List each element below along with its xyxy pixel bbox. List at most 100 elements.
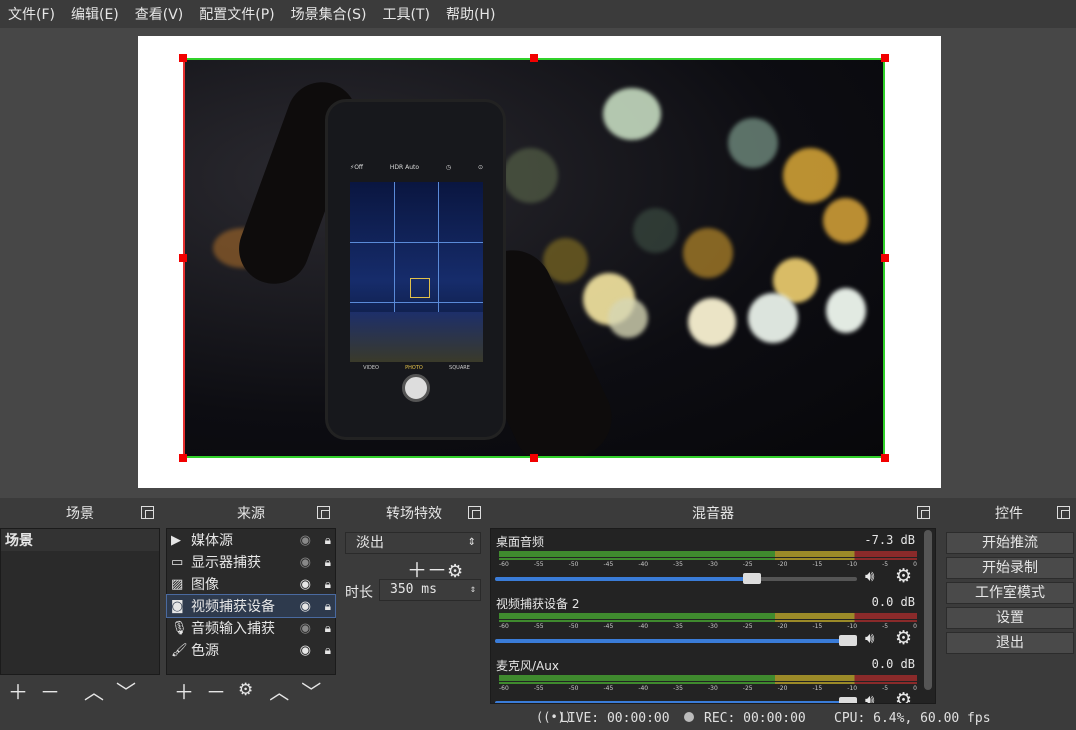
scenes-title-label: 场景 xyxy=(66,506,94,522)
obs-window: { "menu":["文件(F)","编辑(E)","查看(V)","配置文件(… xyxy=(0,0,1076,730)
gear-icon[interactable]: ⚙ xyxy=(238,680,253,700)
scenes-list[interactable]: 场景 xyxy=(0,528,160,675)
preview-canvas[interactable]: ⚡Off HDR Auto ◷ ⊙ VIDEO PHOTO SQUARE xyxy=(138,36,941,488)
source-selection-box[interactable] xyxy=(183,58,885,458)
scene-item[interactable]: 场景 xyxy=(1,529,159,551)
undock-icon[interactable] xyxy=(317,506,330,519)
volume-slider[interactable] xyxy=(495,635,857,646)
meter-tick-label: -20 xyxy=(777,623,788,630)
meter-tick-label: -60 xyxy=(499,623,509,630)
resize-handle[interactable] xyxy=(179,254,187,262)
undock-icon[interactable] xyxy=(141,506,154,519)
move-down-icon[interactable]: ﹀ xyxy=(301,676,321,705)
menu-view[interactable]: 查看(V) xyxy=(135,4,184,24)
volume-thumb[interactable] xyxy=(839,697,857,703)
sources-list[interactable]: ▶ 媒体源 ◉ 🔒︎ ▭ 显示器捕获 ◉ 🔒︎ ▨ 图像 ◉ 🔒︎ ◙ 视频捕获设备 ◉ 🔒︎ 🎙︎ 音频… xyxy=(166,528,336,675)
resize-handle[interactable] xyxy=(530,54,538,62)
meter-tick-label: -20 xyxy=(777,561,788,568)
start-recording-button[interactable]: 开始录制 xyxy=(946,557,1074,579)
menu-edit[interactable]: 编辑(E) xyxy=(71,4,119,24)
source-item[interactable]: 🎙︎ 音频输入捕获 ◉ 🔒︎ xyxy=(167,617,335,639)
source-item[interactable]: 🖌︎ 色源 ◉ 🔒︎ xyxy=(167,639,335,661)
mixer-dock-title: 混音器 xyxy=(490,498,936,528)
meter-tick-label: -30 xyxy=(707,685,718,692)
menu-scene-collection[interactable]: 场景集合(S) xyxy=(291,4,367,24)
mixer-scrollbar[interactable] xyxy=(924,530,932,690)
move-down-icon[interactable]: ﹀ xyxy=(116,676,136,705)
gear-icon[interactable]: ⚙ xyxy=(895,689,912,703)
hidden-eye-icon[interactable]: ◉ xyxy=(300,621,311,636)
move-up-icon[interactable]: ︿ xyxy=(269,676,289,705)
source-item[interactable]: ▨ 图像 ◉ 🔒︎ xyxy=(167,573,335,595)
duration-value: 350 ms xyxy=(390,582,437,597)
menu-bar: 文件(F) 编辑(E) 查看(V) 配置文件(P) 场景集合(S) 工具(T) … xyxy=(0,0,1076,28)
lock-icon[interactable]: 🔒︎ xyxy=(325,599,331,614)
source-item[interactable]: ▭ 显示器捕获 ◉ 🔒︎ xyxy=(167,551,335,573)
resize-handle[interactable] xyxy=(881,54,889,62)
gear-icon[interactable]: ⚙ xyxy=(895,627,912,649)
volume-thumb[interactable] xyxy=(743,573,761,584)
scene-label: 场景 xyxy=(5,533,33,549)
resize-handle[interactable] xyxy=(881,454,889,462)
channel-name: 视频捕获设备 2 xyxy=(496,597,580,611)
remove-icon[interactable]: － xyxy=(206,676,226,705)
speaker-icon[interactable]: 🔊︎ xyxy=(865,567,874,585)
hidden-eye-icon[interactable]: ◉ xyxy=(300,555,311,570)
remove-icon[interactable]: － xyxy=(40,676,60,705)
source-item-selected[interactable]: ◙ 视频捕获设备 ◉ 🔒︎ xyxy=(166,594,336,618)
eye-icon[interactable]: ◉ xyxy=(300,577,311,592)
undock-icon[interactable] xyxy=(917,506,930,519)
volume-slider[interactable] xyxy=(495,573,857,584)
eye-icon[interactable]: ◉ xyxy=(300,599,311,614)
add-icon[interactable]: ＋ xyxy=(8,676,28,705)
resize-handle[interactable] xyxy=(179,454,187,462)
settings-button[interactable]: 设置 xyxy=(946,607,1074,629)
brush-icon: 🖌︎ xyxy=(171,642,188,658)
source-label: 音频输入捕获 xyxy=(191,621,275,637)
add-icon[interactable]: ＋ xyxy=(174,676,194,705)
menu-file[interactable]: 文件(F) xyxy=(8,4,55,24)
volume-thumb[interactable] xyxy=(839,635,857,646)
mixer-panel: 桌面音频 -7.3 dB -60 -55 -50 -45 -40 -35 -30 -25 -20… xyxy=(490,528,936,704)
spin-arrows-icon[interactable]: ⇕ xyxy=(470,580,476,600)
lock-icon[interactable]: 🔒︎ xyxy=(325,577,331,592)
source-label: 色源 xyxy=(191,643,219,659)
speaker-icon[interactable]: 🔊︎ xyxy=(865,691,874,703)
meter-tick-label: -25 xyxy=(742,561,753,568)
preview-area[interactable]: ⚡Off HDR Auto ◷ ⊙ VIDEO PHOTO SQUARE xyxy=(0,28,1076,498)
move-up-icon[interactable]: ︿ xyxy=(84,676,104,705)
start-streaming-button[interactable]: 开始推流 xyxy=(946,532,1074,554)
gear-icon[interactable]: ⚙ xyxy=(895,565,912,587)
undock-icon[interactable] xyxy=(1057,506,1070,519)
undock-icon[interactable] xyxy=(468,506,481,519)
duration-spinbox[interactable]: 350 ms ⇕ xyxy=(379,579,481,601)
volume-slider[interactable] xyxy=(495,697,857,703)
meter-tick-label: -30 xyxy=(707,561,718,568)
meter-tick-label: -10 xyxy=(847,561,858,568)
menu-help[interactable]: 帮助(H) xyxy=(446,4,495,24)
eye-icon[interactable]: ◉ xyxy=(300,643,311,658)
meter-tick-label: -10 xyxy=(847,623,858,630)
resize-handle[interactable] xyxy=(881,254,889,262)
lock-icon[interactable]: 🔒︎ xyxy=(325,555,331,570)
rec-status: REC: 00:00:00 xyxy=(704,711,806,726)
menu-tools[interactable]: 工具(T) xyxy=(382,4,429,24)
speaker-icon[interactable]: 🔊︎ xyxy=(865,629,874,647)
channel-name: 麦克风/Aux xyxy=(496,659,559,673)
mic-icon: 🎙︎ xyxy=(171,620,188,636)
channel-db: 0.0 dB xyxy=(871,595,915,609)
lock-icon[interactable]: 🔒︎ xyxy=(325,643,331,658)
menu-profile[interactable]: 配置文件(P) xyxy=(199,4,274,24)
resize-handle[interactable] xyxy=(179,54,187,62)
resize-handle[interactable] xyxy=(530,454,538,462)
source-label: 图像 xyxy=(191,577,219,593)
lock-icon[interactable]: 🔒︎ xyxy=(325,533,331,548)
studio-mode-button[interactable]: 工作室模式 xyxy=(946,582,1074,604)
lock-icon[interactable]: 🔒︎ xyxy=(325,621,331,636)
scenes-dock: 场景 场景 ＋ － ︿ ﹀ xyxy=(0,498,160,730)
transition-select[interactable]: 淡出 ⇕ xyxy=(345,532,481,554)
source-item[interactable]: ▶ 媒体源 ◉ 🔒︎ xyxy=(167,529,335,551)
hidden-eye-icon[interactable]: ◉ xyxy=(300,533,311,548)
transitions-title-label: 转场特效 xyxy=(386,506,442,522)
exit-button[interactable]: 退出 xyxy=(946,632,1074,654)
